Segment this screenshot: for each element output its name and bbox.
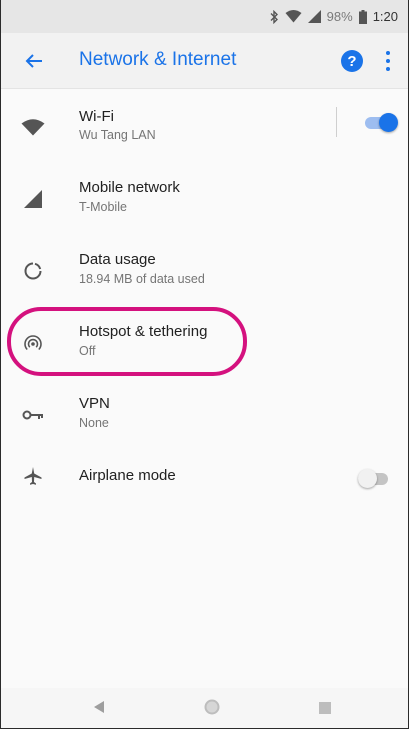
toggle-thumb [379, 113, 398, 132]
airplane-mode-toggle[interactable] [358, 468, 390, 488]
app-bar: Network & Internet ? [1, 33, 408, 89]
toggle-thumb [358, 469, 377, 488]
setting-title: Data usage [79, 251, 156, 268]
setting-subtitle: 18.94 MB of data used [79, 272, 205, 286]
nav-home-button[interactable] [203, 698, 221, 721]
wifi-icon [20, 114, 46, 140]
more-vert-dot [386, 51, 390, 55]
nav-back-button[interactable] [93, 700, 105, 719]
setting-subtitle: None [79, 416, 109, 430]
setting-subtitle: Off [79, 344, 96, 358]
phone-screen: 98% 1:20 Network & Internet ? Wi-Fi Wu T… [0, 0, 409, 729]
setting-hotspot[interactable]: Hotspot & tethering Off [1, 306, 408, 378]
arrow-back-icon [25, 54, 42, 68]
setting-title: Airplane mode [79, 467, 176, 484]
setting-mobile-network[interactable]: Mobile network T-Mobile [1, 162, 408, 234]
battery-percent: 98% [326, 9, 353, 24]
help-icon: ? [347, 52, 357, 70]
battery-icon [358, 9, 367, 24]
data-usage-icon [20, 258, 46, 284]
vpn-key-icon [20, 402, 46, 428]
setting-title: VPN [79, 395, 110, 412]
divider [336, 107, 337, 137]
setting-wifi[interactable]: Wi-Fi Wu Tang LAN [1, 90, 408, 162]
airplane-icon [20, 463, 46, 489]
setting-data-usage[interactable]: Data usage 18.94 MB of data used [1, 234, 408, 306]
help-button[interactable]: ? [341, 50, 363, 72]
setting-subtitle: T-Mobile [79, 200, 127, 214]
setting-title: Hotspot & tethering [79, 323, 208, 340]
nav-recents-button[interactable] [319, 701, 331, 719]
page-title: Network & Internet [79, 49, 237, 70]
status-bar: 98% 1:20 [1, 0, 408, 33]
setting-airplane-mode[interactable]: Airplane mode [1, 450, 408, 522]
cell-signal-icon [307, 10, 321, 23]
status-clock: 1:20 [372, 9, 398, 24]
more-vert-dot [386, 67, 390, 71]
cell-signal-icon [20, 186, 46, 212]
setting-vpn[interactable]: VPN None [1, 378, 408, 450]
nav-back-icon [94, 701, 104, 713]
wifi-toggle[interactable] [365, 112, 398, 132]
hotspot-icon [20, 330, 46, 356]
navigation-bar [1, 688, 408, 728]
back-button[interactable] [19, 47, 49, 75]
wifi-signal-icon [285, 10, 302, 23]
bluetooth-icon [269, 9, 279, 24]
setting-title: Mobile network [79, 179, 180, 196]
setting-title: Wi-Fi [79, 108, 114, 125]
nav-home-icon [204, 699, 220, 715]
more-vert-dot [386, 59, 390, 63]
nav-recents-icon [319, 702, 331, 714]
setting-subtitle: Wu Tang LAN [79, 128, 156, 142]
more-options-button[interactable] [383, 49, 393, 73]
